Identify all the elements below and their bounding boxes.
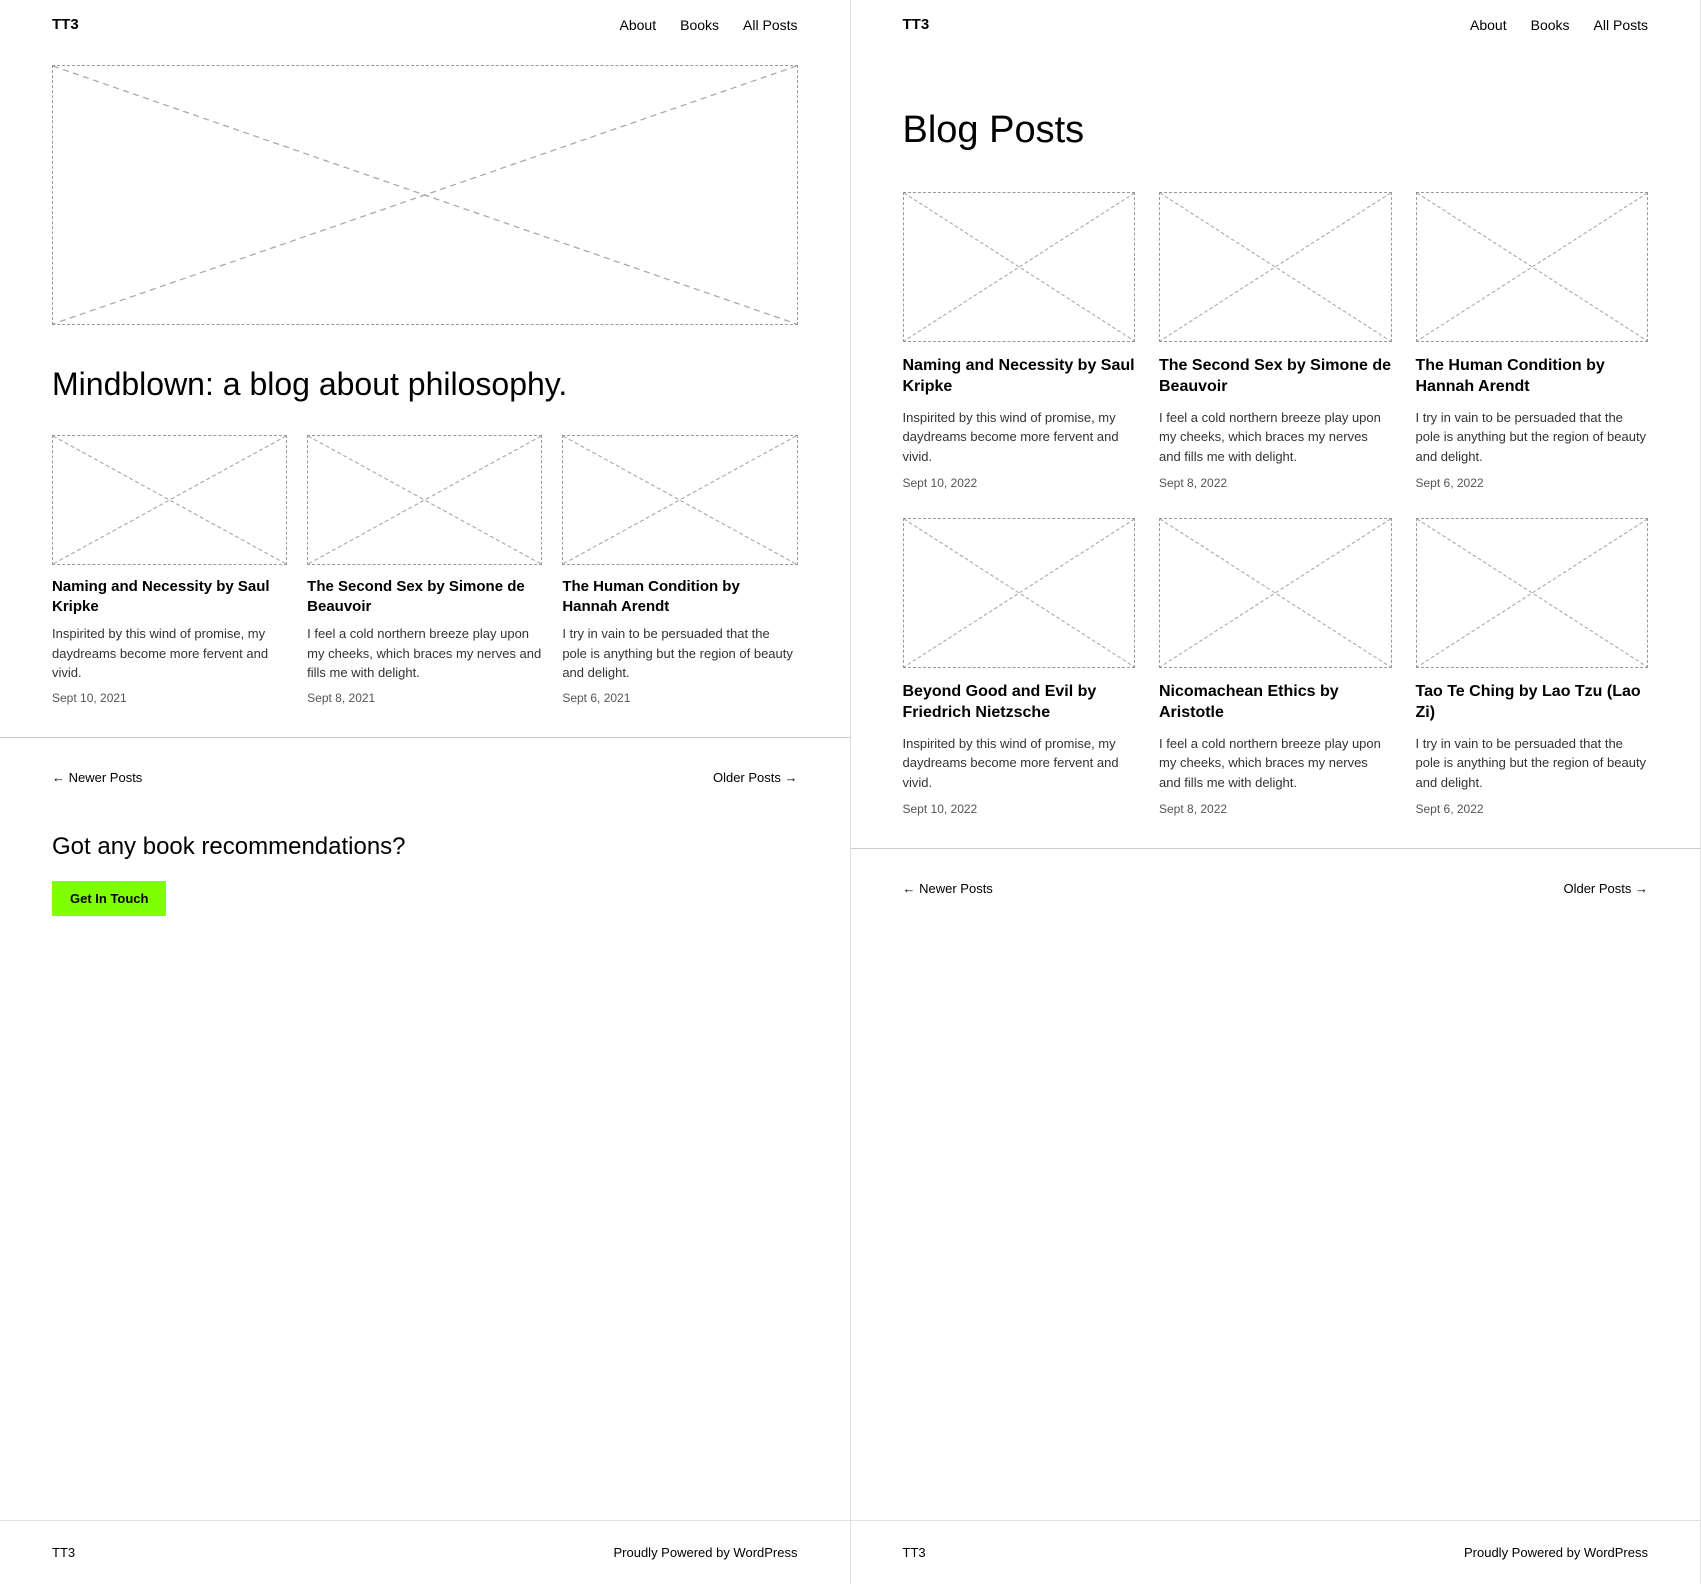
left-nav: About Books All Posts bbox=[620, 17, 798, 33]
left-footer-powered: Proudly Powered by WordPress bbox=[613, 1545, 797, 1560]
right-footer: TT3 Proudly Powered by WordPress bbox=[851, 1520, 1701, 1584]
left-nav-books[interactable]: Books bbox=[680, 17, 719, 33]
left-nav-about[interactable]: About bbox=[620, 17, 657, 33]
right-post-title-r1-0[interactable]: Naming and Necessity by Saul Kripke bbox=[903, 356, 1136, 398]
right-post-date-r2-1: Sept 8, 2022 bbox=[1159, 802, 1392, 816]
right-post-thumb-r1-2 bbox=[1416, 192, 1649, 342]
right-post-thumb-r2-2 bbox=[1416, 518, 1649, 668]
right-footer-powered: Proudly Powered by WordPress bbox=[1464, 1545, 1648, 1560]
left-post-date-0: Sept 10, 2021 bbox=[52, 691, 287, 705]
left-post-excerpt-1: I feel a cold northern breeze play upon … bbox=[307, 624, 542, 683]
right-site-title: TT3 bbox=[903, 16, 930, 33]
right-posts-grid-row2: Beyond Good and Evil by Friedrich Nietzs… bbox=[851, 518, 1701, 816]
left-post-date-1: Sept 8, 2021 bbox=[307, 691, 542, 705]
right-post-thumb-r2-1 bbox=[1159, 518, 1392, 668]
left-post-thumb-2 bbox=[562, 435, 797, 565]
right-nav: About Books All Posts bbox=[1470, 17, 1648, 33]
right-post-thumb-r2-0 bbox=[903, 518, 1136, 668]
right-post-date-r2-0: Sept 10, 2022 bbox=[903, 802, 1136, 816]
right-post-title-r2-2[interactable]: Tao Te Ching by Lao Tzu (Lao Zi) bbox=[1416, 682, 1649, 724]
left-nav-allposts[interactable]: All Posts bbox=[743, 17, 797, 33]
right-post-card-r1-2: The Human Condition by Hannah Arendt I t… bbox=[1416, 192, 1649, 490]
left-post-card-2: The Human Condition by Hannah Arendt I t… bbox=[562, 435, 797, 705]
left-cta-button[interactable]: Get In Touch bbox=[52, 881, 166, 916]
left-pagination: ← Newer Posts Older Posts → bbox=[0, 737, 850, 785]
right-header: TT3 About Books All Posts bbox=[851, 0, 1701, 49]
left-post-title-2[interactable]: The Human Condition by Hannah Arendt bbox=[562, 577, 797, 616]
left-post-title-1[interactable]: The Second Sex by Simone de Beauvoir bbox=[307, 577, 542, 616]
right-nav-allposts[interactable]: All Posts bbox=[1594, 17, 1648, 33]
right-posts-grid-row1: Naming and Necessity by Saul Kripke Insp… bbox=[851, 192, 1701, 490]
right-footer-title: TT3 bbox=[903, 1545, 926, 1560]
right-post-title-r1-1[interactable]: The Second Sex by Simone de Beauvoir bbox=[1159, 356, 1392, 398]
left-post-thumb-1 bbox=[307, 435, 542, 565]
right-nav-books[interactable]: Books bbox=[1531, 17, 1570, 33]
left-footer-title: TT3 bbox=[52, 1545, 75, 1560]
left-post-thumb-0 bbox=[52, 435, 287, 565]
left-header: TT3 About Books All Posts bbox=[0, 0, 850, 49]
row-gap bbox=[851, 490, 1701, 518]
left-older-posts[interactable]: Older Posts → bbox=[713, 770, 798, 785]
left-posts-grid: Naming and Necessity by Saul Kripke Insp… bbox=[0, 435, 850, 705]
left-post-excerpt-0: Inspirited by this wind of promise, my d… bbox=[52, 624, 287, 683]
left-footer: TT3 Proudly Powered by WordPress bbox=[0, 1520, 850, 1584]
blog-header: Blog Posts bbox=[851, 49, 1701, 192]
right-post-card-r1-1: The Second Sex by Simone de Beauvoir I f… bbox=[1159, 192, 1392, 490]
right-post-title-r2-0[interactable]: Beyond Good and Evil by Friedrich Nietzs… bbox=[903, 682, 1136, 724]
right-post-excerpt-r2-2: I try in vain to be persuaded that the p… bbox=[1416, 734, 1649, 793]
right-post-excerpt-r1-2: I try in vain to be persuaded that the p… bbox=[1416, 408, 1649, 467]
left-panel: TT3 About Books All Posts Mindblown: a b… bbox=[0, 0, 851, 1584]
left-site-title: TT3 bbox=[52, 16, 79, 33]
right-post-title-r1-2[interactable]: The Human Condition by Hannah Arendt bbox=[1416, 356, 1649, 398]
right-post-thumb-r1-1 bbox=[1159, 192, 1392, 342]
right-post-excerpt-r2-1: I feel a cold northern breeze play upon … bbox=[1159, 734, 1392, 793]
left-post-card-0: Naming and Necessity by Saul Kripke Insp… bbox=[52, 435, 287, 705]
right-post-excerpt-r2-0: Inspirited by this wind of promise, my d… bbox=[903, 734, 1136, 793]
right-nav-about[interactable]: About bbox=[1470, 17, 1507, 33]
right-post-title-r2-1[interactable]: Nicomachean Ethics by Aristotle bbox=[1159, 682, 1392, 724]
right-post-excerpt-r1-1: I feel a cold northern breeze play upon … bbox=[1159, 408, 1392, 467]
right-post-excerpt-r1-0: Inspirited by this wind of promise, my d… bbox=[903, 408, 1136, 467]
left-post-excerpt-2: I try in vain to be persuaded that the p… bbox=[562, 624, 797, 683]
left-post-date-2: Sept 6, 2021 bbox=[562, 691, 797, 705]
left-newer-posts[interactable]: ← Newer Posts bbox=[52, 770, 142, 785]
right-post-date-r1-0: Sept 10, 2022 bbox=[903, 476, 1136, 490]
right-post-date-r1-1: Sept 8, 2022 bbox=[1159, 476, 1392, 490]
right-post-card-r2-0: Beyond Good and Evil by Friedrich Nietzs… bbox=[903, 518, 1136, 816]
right-older-posts[interactable]: Older Posts → bbox=[1563, 881, 1648, 896]
hero-title: Mindblown: a blog about philosophy. bbox=[0, 325, 850, 435]
left-post-card-1: The Second Sex by Simone de Beauvoir I f… bbox=[307, 435, 542, 705]
right-post-date-r2-2: Sept 6, 2022 bbox=[1416, 802, 1649, 816]
right-post-card-r1-0: Naming and Necessity by Saul Kripke Insp… bbox=[903, 192, 1136, 490]
right-panel: TT3 About Books All Posts Blog Posts Nam… bbox=[851, 0, 1701, 1584]
right-post-card-r2-2: Tao Te Ching by Lao Tzu (Lao Zi) I try i… bbox=[1416, 518, 1649, 816]
left-post-title-0[interactable]: Naming and Necessity by Saul Kripke bbox=[52, 577, 287, 616]
left-cta: Got any book recommendations? Get In Tou… bbox=[0, 785, 850, 948]
right-pagination: ← Newer Posts Older Posts → bbox=[851, 848, 1701, 896]
right-post-thumb-r1-0 bbox=[903, 192, 1136, 342]
right-newer-posts[interactable]: ← Newer Posts bbox=[903, 881, 993, 896]
blog-title: Blog Posts bbox=[903, 109, 1649, 152]
hero-image bbox=[52, 65, 798, 325]
right-post-card-r2-1: Nicomachean Ethics by Aristotle I feel a… bbox=[1159, 518, 1392, 816]
left-cta-title: Got any book recommendations? bbox=[52, 833, 798, 861]
right-post-date-r1-2: Sept 6, 2022 bbox=[1416, 476, 1649, 490]
